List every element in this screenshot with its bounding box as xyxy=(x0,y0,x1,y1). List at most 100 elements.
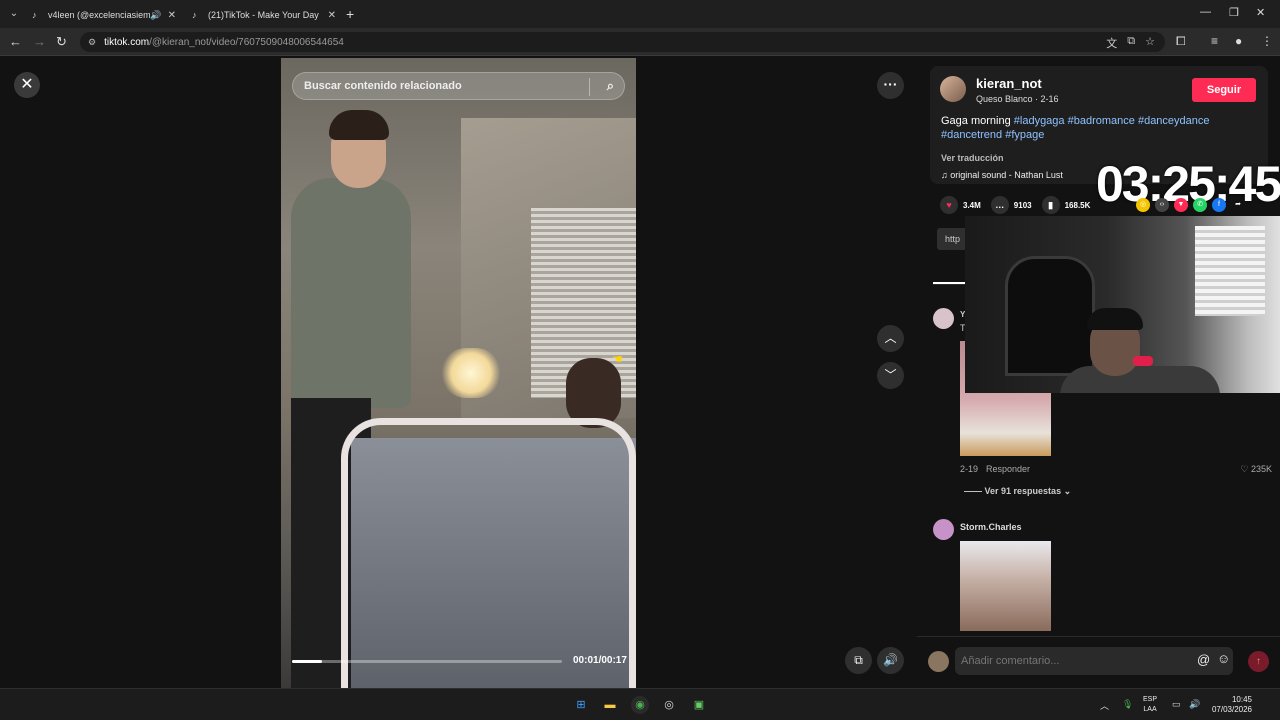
install-app-icon[interactable]: ⧉ xyxy=(1127,35,1135,51)
reload-icon[interactable]: ↻ xyxy=(56,34,67,50)
webcam-person-hair xyxy=(1087,308,1143,330)
copy-link-field[interactable]: http xyxy=(937,228,967,250)
save-count: 168.5K xyxy=(1064,200,1091,210)
volume-tray-icon[interactable]: 🔊 xyxy=(1189,699,1200,710)
save-button[interactable]: ▮ 168.5K xyxy=(1041,196,1091,214)
clock-time: 10:45 xyxy=(1231,695,1252,704)
next-video-button[interactable]: ﹀ xyxy=(877,362,904,389)
hashtag-link[interactable]: #dancetrend xyxy=(941,129,1002,141)
hashtag-link[interactable]: #danceydance xyxy=(1138,115,1210,127)
more-options-button[interactable]: ··· xyxy=(877,72,904,99)
url-path: /@kieran_not/video/7607509048006544654 xyxy=(149,36,344,48)
emoji-icon[interactable]: ☺ xyxy=(1217,651,1230,666)
previous-video-button[interactable]: ︿ xyxy=(877,325,904,352)
translate-icon[interactable]: 文 xyxy=(1106,35,1117,51)
send-to-friends-icon[interactable]: ▼ xyxy=(1174,198,1188,212)
hashtag-link[interactable]: #fypage xyxy=(1005,129,1044,141)
embed-code-icon[interactable]: ‹› xyxy=(1155,198,1169,212)
video-progress-fill xyxy=(292,660,322,663)
address-bar[interactable]: ⚙ tiktok.com/@kieran_not/video/760750904… xyxy=(80,32,1165,52)
bookmark-star-icon[interactable]: ☆ xyxy=(1145,35,1155,51)
webcam-window-blinds xyxy=(1195,226,1265,316)
video-frame-bedframe xyxy=(341,418,636,688)
new-tab-button[interactable]: + xyxy=(346,6,354,22)
tab-close-icon[interactable]: ✕ xyxy=(168,10,176,21)
comment-meta: 2-19 Responder xyxy=(960,464,1038,474)
video-player[interactable]: Buscar contenido relacionado ⌕ 00:01/00:… xyxy=(281,58,636,688)
webcam-chair xyxy=(1005,256,1095,376)
tab-audio-icon[interactable]: 🔊 xyxy=(150,10,161,21)
comment-like-button[interactable]: ♡ 235K xyxy=(1240,464,1272,475)
browser-tab-2[interactable]: ♪ (21)TikTok - Make Your Day ✕ xyxy=(186,4,342,26)
browser-menu-icon[interactable]: ⋮ xyxy=(1261,34,1273,48)
whatsapp-icon[interactable]: ✆ xyxy=(1193,198,1207,212)
heart-outline-icon: ♡ xyxy=(1240,464,1251,474)
system-clock[interactable]: 10:45 07/03/2026 xyxy=(1208,695,1252,715)
tab-title: (21)TikTok - Make Your Day xyxy=(208,10,319,20)
close-window-icon[interactable]: ✕ xyxy=(1256,6,1265,19)
tab-strip: ⌄ ♪ v4leen (@excelenciasiempr 🔊 ✕ ♪ (21)… xyxy=(0,0,1280,28)
restore-icon[interactable]: ❐ xyxy=(1229,6,1239,19)
video-time: 00:01/00:17 xyxy=(573,655,627,666)
commenter-name[interactable]: Storm.Charles xyxy=(960,522,1022,532)
site-info-icon[interactable]: ⚙ xyxy=(88,37,96,48)
chrome-icon[interactable]: ◉ xyxy=(631,696,649,714)
file-explorer-icon[interactable]: ▬ xyxy=(601,696,619,714)
commenter-avatar[interactable] xyxy=(933,519,954,540)
send-comment-button[interactable]: ↑ xyxy=(1248,651,1269,672)
comment-input[interactable] xyxy=(955,647,1233,675)
hashtag-link[interactable]: #badromance xyxy=(1068,115,1135,127)
obs-icon[interactable]: ◎ xyxy=(660,696,678,714)
extensions-icon[interactable]: ⧠ xyxy=(1176,34,1186,49)
like-button[interactable]: ♥ 3.4M xyxy=(940,196,981,214)
comment-button[interactable]: … 9103 xyxy=(990,196,1032,214)
network-icon[interactable]: ▭ xyxy=(1172,699,1181,710)
tab-close-icon[interactable]: ✕ xyxy=(328,10,336,21)
lang-bottom: LAA xyxy=(1143,706,1157,713)
comment-count: 9103 xyxy=(1013,200,1032,210)
media-control-icon[interactable]: ≡ xyxy=(1211,34,1218,48)
bookmark-icon: ▮ xyxy=(1041,196,1060,214)
author-name[interactable]: kieran_not xyxy=(976,76,1042,91)
profile-avatar-icon[interactable]: ● xyxy=(1235,34,1242,48)
sound-link[interactable]: ♫ original sound - Nathan Lust xyxy=(941,170,1063,180)
search-icon[interactable]: ⌕ xyxy=(607,78,614,94)
my-avatar xyxy=(928,651,949,672)
hashtag-link[interactable]: #ladygaga xyxy=(1014,115,1065,127)
webcam-person-body xyxy=(1060,366,1220,393)
floating-player-button[interactable]: ⧉ xyxy=(845,647,872,674)
heart-icon: ♥ xyxy=(940,196,958,214)
see-translation-link[interactable]: Ver traducción xyxy=(941,153,1004,163)
view-replies-label: Ver 91 respuestas xyxy=(984,486,1062,496)
microphone-icon[interactable]: 🎙 xyxy=(1122,699,1133,710)
video-progress-bar[interactable] xyxy=(292,660,562,663)
comment-date: 2-19 xyxy=(960,464,979,474)
view-replies-button[interactable]: —— Ver 91 respuestas ⌄ xyxy=(964,486,1071,497)
mention-icon[interactable]: @ xyxy=(1197,652,1210,667)
facebook-icon[interactable]: f xyxy=(1212,198,1226,212)
language-indicator[interactable]: ESP LAA xyxy=(1143,695,1157,715)
reply-button[interactable]: Responder xyxy=(986,464,1030,474)
follow-button[interactable]: Seguir xyxy=(1192,78,1256,102)
close-video-button[interactable]: ✕ xyxy=(14,72,40,98)
volume-button[interactable]: 🔊 xyxy=(877,647,904,674)
related-search-input[interactable]: Buscar contenido relacionado ⌕ xyxy=(292,72,625,100)
app-icon[interactable]: ▣ xyxy=(690,696,708,714)
forward-icon[interactable]: → xyxy=(33,34,46,50)
post-description: Gaga morning #ladygaga #badromance #danc… xyxy=(941,114,1241,142)
share-coin-icon[interactable]: ◎ xyxy=(1136,198,1150,212)
back-icon[interactable]: ← xyxy=(9,34,22,50)
minimize-icon[interactable]: — xyxy=(1200,6,1211,18)
music-note-icon: ♫ xyxy=(941,170,951,180)
start-menu-icon[interactable]: ⊞ xyxy=(572,696,590,714)
comment-image[interactable] xyxy=(960,541,1051,631)
tab-search-chevron-icon[interactable]: ⌄ xyxy=(6,6,22,22)
share-arrow-icon[interactable]: ➦ xyxy=(1231,198,1245,212)
browser-tab-1[interactable]: ♪ v4leen (@excelenciasiempr 🔊 ✕ xyxy=(26,4,182,26)
tray-expand-icon[interactable]: ︿ xyxy=(1100,699,1109,712)
clock-date: 07/03/2026 xyxy=(1211,705,1252,714)
commenter-avatar[interactable] xyxy=(933,308,954,329)
author-avatar[interactable] xyxy=(940,76,966,102)
tiktok-favicon-icon: ♪ xyxy=(192,9,197,20)
webcam-microphone xyxy=(1133,356,1153,366)
